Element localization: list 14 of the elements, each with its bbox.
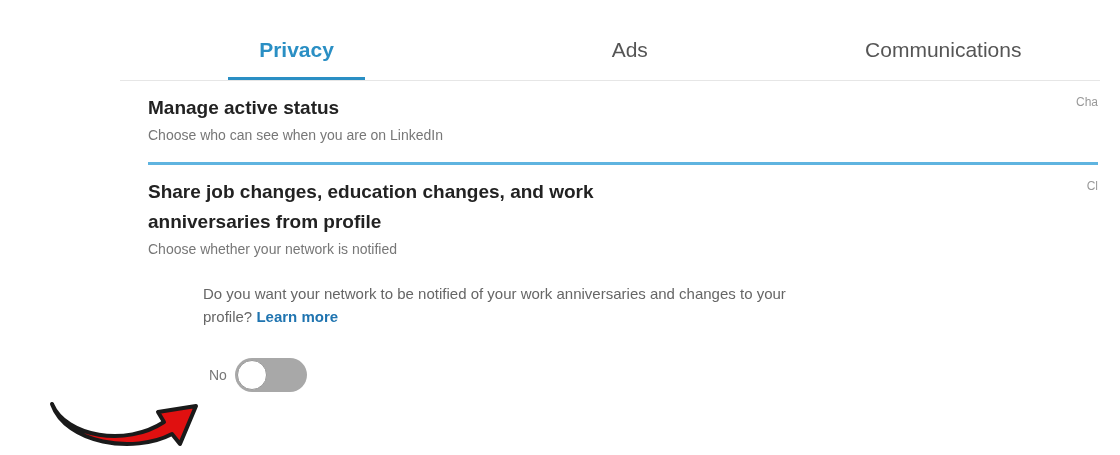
section-title: Manage active status <box>148 96 341 120</box>
change-link[interactable]: Cl <box>1086 177 1098 237</box>
tab[interactable]: Ads <box>473 0 787 80</box>
tab[interactable]: Privacy <box>228 0 365 80</box>
question-text: Do you want your network to be notified of your work anniversaries and changes to your profile? Learn more <box>203 284 787 327</box>
section-subtitle: Choose who can see when you are on LinkedIn <box>148 126 444 145</box>
section-title: Share job changes, education changes, and work anniversaries from profile <box>148 180 595 234</box>
tab[interactable]: Communications <box>786 0 1100 80</box>
learn-more-link[interactable]: Learn more <box>256 308 339 325</box>
section-subtitle: Choose whether your network is notified <box>148 240 399 259</box>
toggle-label: No <box>209 365 227 385</box>
change-link[interactable]: Cha <box>1076 93 1098 123</box>
toggle-switch[interactable] <box>234 358 307 392</box>
settings-section[interactable]: Manage active status Cha Choose who can see when you are on LinkedIn <box>148 81 1098 165</box>
